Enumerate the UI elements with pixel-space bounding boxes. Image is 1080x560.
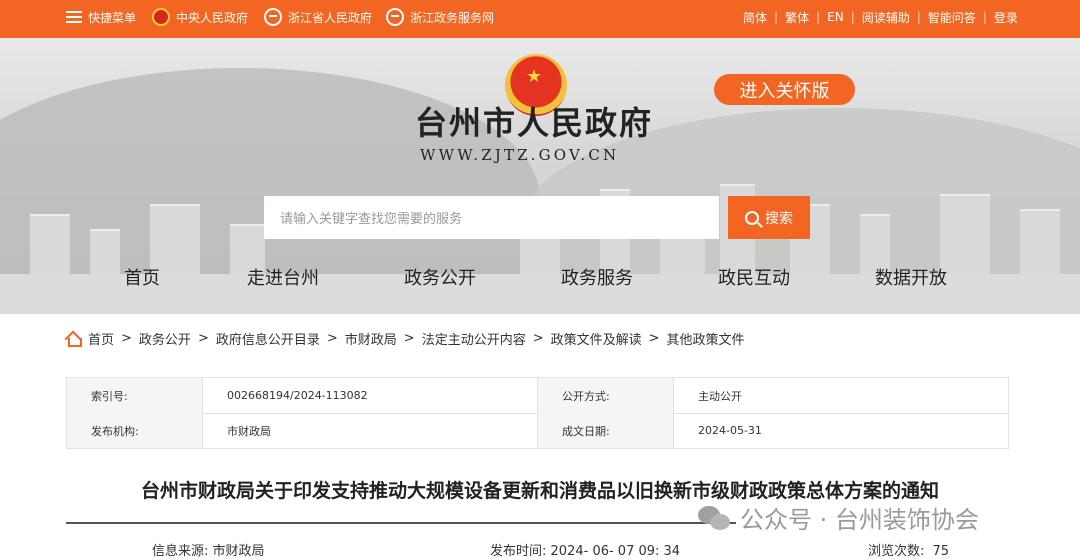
- divider: |: [916, 10, 921, 24]
- open-method-label: 公开方式:: [538, 378, 674, 413]
- table-row: 索引号: 002668194/2024-113082 公开方式: 主动公开: [67, 378, 1008, 414]
- breadcrumb-home[interactable]: 首页: [88, 329, 114, 348]
- breadcrumb-separator: >: [403, 331, 415, 346]
- document-info-table: 索引号: 002668194/2024-113082 公开方式: 主动公开 发布…: [66, 377, 1009, 449]
- search-input[interactable]: 请输入关键字查找您需要的服务: [264, 196, 719, 239]
- views-value: 75: [932, 544, 950, 559]
- publish-value: 2024- 06- 07 09: 34: [550, 544, 681, 559]
- open-method-value: 主动公开: [698, 389, 742, 403]
- breadcrumb-separator: >: [648, 331, 660, 346]
- breadcrumb-separator: >: [121, 331, 132, 346]
- source-label: 信息来源:: [152, 544, 209, 559]
- breadcrumb-separator: >: [197, 331, 209, 346]
- wechat-icon: [698, 504, 732, 532]
- divider: |: [774, 10, 779, 24]
- care-version-button[interactable]: 进入关怀版: [714, 74, 855, 105]
- written-date-value: 2024-05-31: [698, 424, 762, 437]
- written-date-label: 成文日期:: [538, 413, 674, 448]
- search-button[interactable]: 搜索: [728, 196, 810, 239]
- search-button-label: 搜索: [765, 210, 793, 227]
- breadcrumb-separator: >: [532, 331, 544, 346]
- header-banner: 台州市人民政府 WWW.ZJTZ.GOV.CN 进入关怀版 请输入关键字查找您需…: [0, 38, 1080, 314]
- nav-open-data[interactable]: 数据开放: [875, 264, 947, 290]
- quick-menu[interactable]: 快捷菜单: [66, 0, 136, 34]
- nav-gov-services[interactable]: 政务服务: [561, 264, 633, 290]
- link-traditional[interactable]: 繁体: [778, 9, 816, 26]
- nav-home[interactable]: 首页: [124, 264, 160, 290]
- national-emblem-icon: [152, 8, 170, 26]
- source-meta: 信息来源: 市财政局: [152, 540, 265, 559]
- nav-interaction[interactable]: 政民互动: [718, 264, 790, 290]
- table-row: 发布机构: 市财政局 成文日期: 2024-05-31: [67, 413, 1008, 449]
- breadcrumb-separator: >: [326, 331, 338, 346]
- publish-meta: 发布时间: 2024- 06- 07 09: 34: [490, 540, 680, 559]
- nav-about-taizhou[interactable]: 走进台州: [247, 264, 319, 290]
- quick-menu-label: 快捷菜单: [88, 10, 137, 25]
- top-bar: 快捷菜单 中央人民政府 浙江省人民政府 浙江政务服务网 简体 | 繁体 | EN | …: [0, 0, 1080, 38]
- title-divider: [66, 522, 736, 524]
- divider: |: [850, 10, 855, 24]
- home-icon: [66, 333, 82, 347]
- source-value: 市财政局: [212, 544, 265, 559]
- menu-icon: [66, 11, 82, 23]
- breadcrumb: 首页 > 政务公开 > 政府信息公开目录 > 市财政局 > 法定主动公开内容 > 政策文件…: [66, 329, 745, 348]
- breadcrumb-info-catalog[interactable]: 政府信息公开目录: [216, 329, 320, 348]
- publisher-label: 发布机构:: [67, 413, 203, 448]
- zhejiang-gov-link[interactable]: 浙江省人民政府: [264, 0, 372, 34]
- watermark-text: 公众号 · 台州装饰协会: [740, 506, 979, 534]
- link-reading-aid[interactable]: 阅读辅助: [855, 9, 917, 26]
- site-url: WWW.ZJTZ.GOV.CN: [420, 146, 620, 164]
- link-login[interactable]: 登录: [987, 9, 1025, 26]
- site-title: 台州市人民政府: [415, 104, 654, 142]
- index-label: 索引号:: [67, 378, 203, 413]
- link-simplified[interactable]: 简体: [736, 9, 774, 26]
- divider: |: [982, 10, 987, 24]
- divider: |: [816, 10, 821, 24]
- index-value: 002668194/2024-113082: [203, 378, 538, 413]
- top-right-links: 简体 | 繁体 | EN | 阅读辅助 | 智能问答 | 登录: [736, 0, 1025, 34]
- breadcrumb-finance-bureau[interactable]: 市财政局: [345, 329, 397, 348]
- breadcrumb-gov-affairs-open[interactable]: 政务公开: [139, 329, 191, 348]
- link-english[interactable]: EN: [820, 10, 851, 24]
- breadcrumb-policy-docs[interactable]: 政策文件及解读: [551, 329, 642, 348]
- zhejiang-gov-icon: [264, 8, 282, 26]
- document-title: 台州市财政局关于印发支持推动大规模设备更新和消费品以旧换新市级财政政策总体方案的…: [140, 480, 939, 502]
- publisher-value: 市财政局: [203, 413, 538, 448]
- zhejiang-service-label: 浙江政务服务网: [410, 10, 495, 25]
- views-label: 浏览次数:: [868, 544, 925, 559]
- watermark: 公众号 · 台州装饰协会: [698, 500, 979, 535]
- link-smart-qa[interactable]: 智能问答: [921, 9, 983, 26]
- views-meta: 浏览次数: 75: [868, 540, 949, 559]
- breadcrumb-other-policy[interactable]: 其他政策文件: [667, 329, 745, 348]
- zhejiang-gov-label: 浙江省人民政府: [288, 10, 373, 25]
- nav-gov-affairs-open[interactable]: 政务公开: [404, 264, 476, 290]
- zhejiang-service-icon: [386, 8, 404, 26]
- main-nav: 首页 走进台州 政务公开 政务服务 政民互动 数据开放: [0, 264, 1080, 296]
- breadcrumb-statutory-content[interactable]: 法定主动公开内容: [422, 329, 526, 348]
- zhejiang-service-link[interactable]: 浙江政务服务网: [386, 0, 494, 34]
- central-gov-label: 中央人民政府: [176, 10, 249, 25]
- search-icon: [745, 210, 759, 225]
- publish-label: 发布时间:: [490, 544, 547, 559]
- central-gov-link[interactable]: 中央人民政府: [152, 0, 248, 34]
